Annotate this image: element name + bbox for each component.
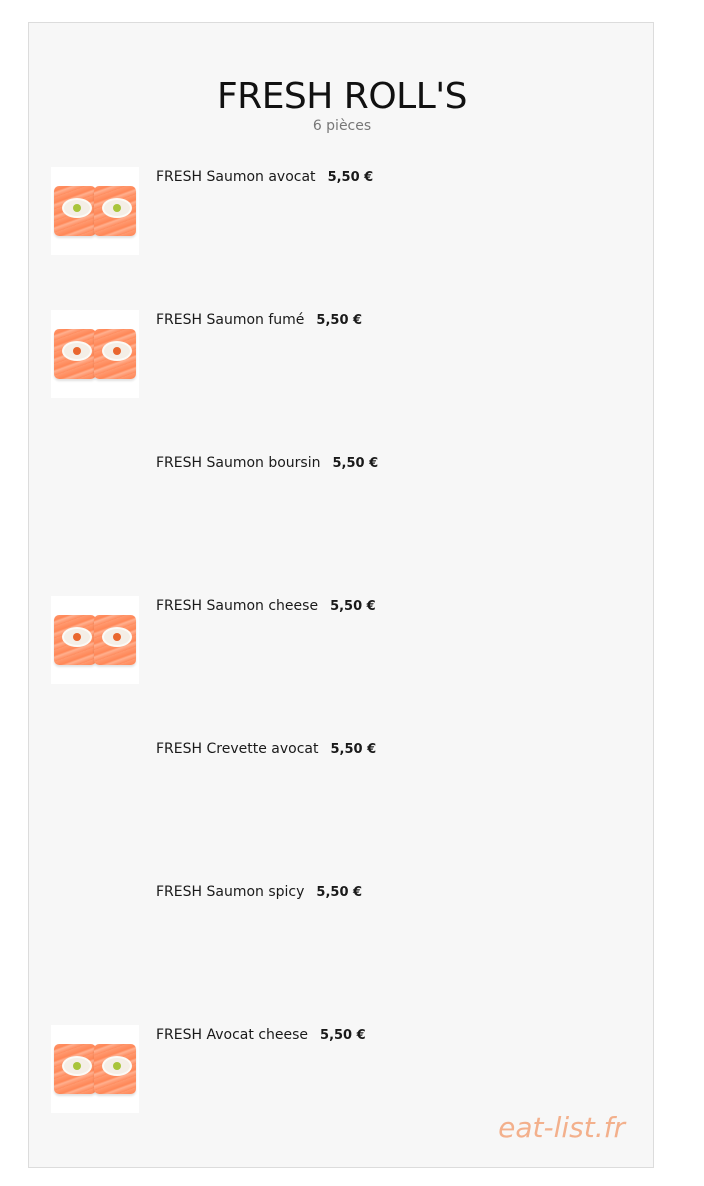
menu-item: FRESH Saumon boursin 5,50 € — [29, 453, 655, 553]
item-price: 5,50 € — [330, 599, 376, 614]
item-name: FRESH Saumon spicy — [156, 884, 305, 900]
item-name: FRESH Saumon cheese — [156, 598, 319, 614]
menu-item: FRESH Avocat cheese 5,50 € — [29, 1025, 655, 1125]
salmon-roll-image — [51, 596, 139, 684]
item-name: FRESH Avocat cheese — [156, 1027, 309, 1043]
salmon-roll-image — [51, 310, 139, 398]
item-name: FRESH Crevette avocat — [156, 741, 319, 757]
menu-title: FRESH ROLL'S — [216, 76, 468, 117]
menu-item: FRESH Saumon avocat 5,50 € — [29, 167, 655, 267]
item-price: 5,50 € — [327, 170, 374, 185]
item-price: 5,50 € — [316, 313, 363, 328]
menu-subtitle: 6 pièces — [312, 118, 372, 134]
menu-item: FRESH Saumon cheese 5,50 € — [29, 596, 655, 696]
item-price: 5,50 € — [320, 1028, 366, 1043]
menu-item: FRESH Crevette avocat 5,50 € — [29, 739, 655, 839]
site-watermark: eat-list.fr — [498, 1111, 625, 1144]
menu-item: FRESH Saumon fumé 5,50 € — [29, 310, 655, 410]
item-name: FRESH Saumon boursin — [156, 455, 321, 471]
item-price: 5,50 € — [316, 885, 363, 900]
item-name: FRESH Saumon fumé — [156, 312, 305, 328]
avocado-roll-image — [51, 1025, 139, 1113]
item-price: 5,50 € — [330, 742, 377, 757]
item-name: FRESH Saumon avocat — [156, 169, 316, 185]
salmon-roll-image — [51, 167, 139, 255]
menu-item: FRESH Saumon spicy 5,50 € — [29, 882, 655, 982]
item-price: 5,50 € — [332, 456, 379, 471]
menu-panel: FRESH ROLL'S 6 pièces FRESH Saumon avoca… — [28, 22, 654, 1168]
